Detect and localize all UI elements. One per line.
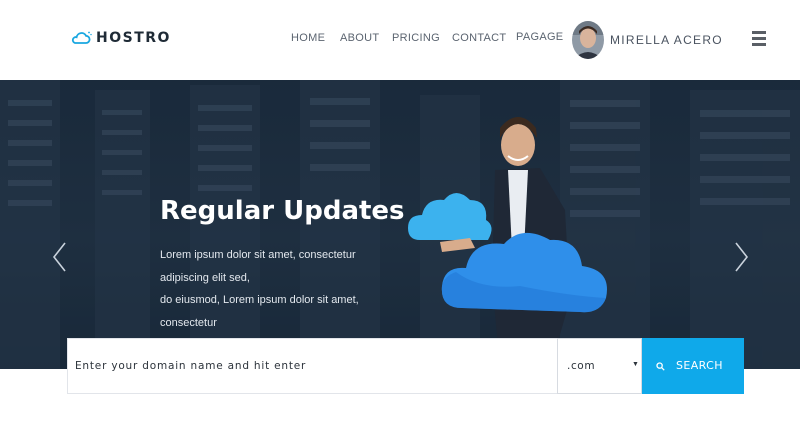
nav-pagage[interactable]: PAGAGE bbox=[516, 31, 563, 43]
domain-search-input[interactable] bbox=[67, 338, 557, 394]
search-icon bbox=[656, 362, 665, 371]
hero-description-line: Lorem ipsum dolor sit amet, consectetur bbox=[160, 249, 356, 261]
hero-description-line: do eiusmod, Lorem ipsum dolor sit amet, bbox=[160, 294, 359, 306]
user-name[interactable]: MIRELLA ACERO bbox=[610, 33, 723, 47]
chevron-right-icon[interactable] bbox=[731, 240, 751, 274]
nav-contact[interactable]: CONTACT bbox=[452, 32, 506, 44]
site-header: HOSTRO HOME ABOUT PRICING CONTACT PAGAGE… bbox=[0, 0, 800, 80]
search-button[interactable]: SEARCH bbox=[642, 338, 744, 394]
nav-pricing[interactable]: PRICING bbox=[392, 32, 440, 44]
caret-down-icon: ▼ bbox=[632, 361, 639, 368]
hamburger-icon[interactable] bbox=[752, 31, 766, 47]
search-button-label: SEARCH bbox=[676, 359, 723, 372]
tld-selected-value: .com bbox=[567, 360, 596, 372]
nav-home[interactable]: HOME bbox=[291, 32, 325, 44]
hero-description: Lorem ipsum dolor sit amet, consectetur … bbox=[160, 244, 390, 334]
nav-about[interactable]: ABOUT bbox=[340, 32, 379, 44]
hero-slider: Regular Updates Lorem ipsum dolor sit am… bbox=[0, 80, 800, 369]
chevron-left-icon[interactable] bbox=[50, 240, 70, 274]
hero-description-line: adipiscing elit sed, bbox=[160, 271, 250, 284]
domain-search-bar: .com ▼ SEARCH bbox=[67, 338, 744, 394]
hero-description-line: consectetur bbox=[160, 316, 217, 329]
hero-title: Regular Updates bbox=[160, 196, 405, 226]
businessman-with-clouds-image bbox=[408, 117, 607, 369]
tld-select[interactable]: .com ▼ bbox=[557, 338, 642, 394]
user-avatar[interactable] bbox=[572, 21, 604, 59]
